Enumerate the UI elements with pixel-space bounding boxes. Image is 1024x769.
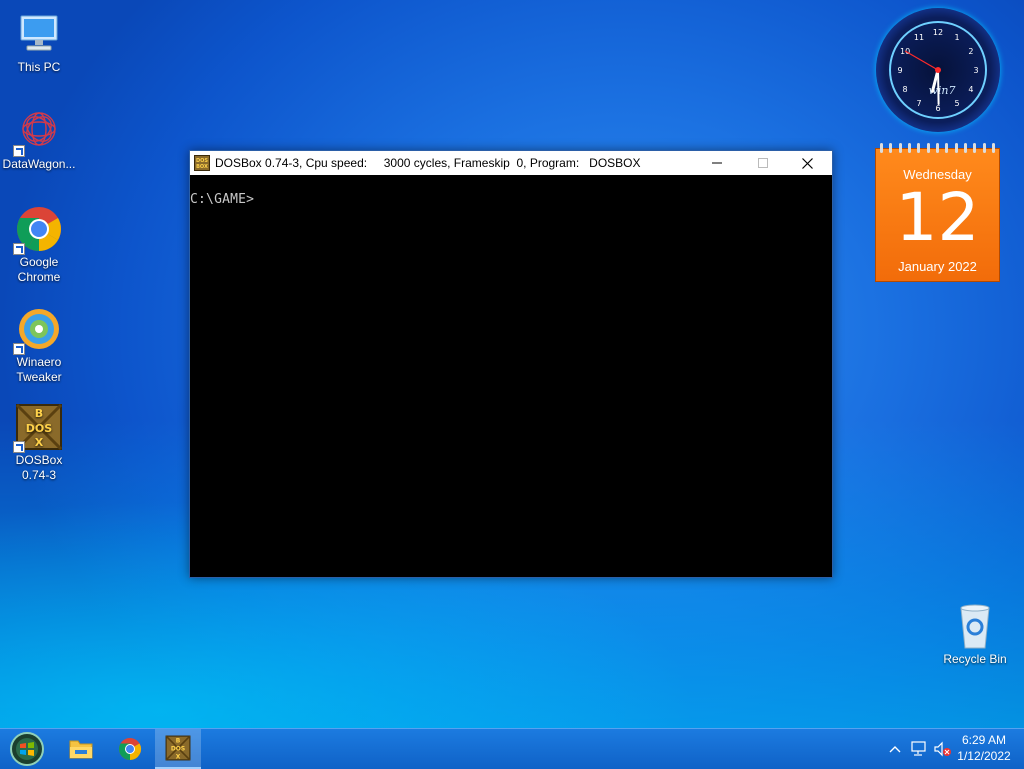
desktop-icon-label: This PC — [17, 60, 61, 74]
chrome-icon — [13, 205, 63, 255]
clock-hour-number: 2 — [968, 47, 973, 56]
chrome-icon — [119, 738, 141, 760]
analog-clock-face: 121234567891011 win7 — [889, 21, 987, 119]
network-tray-button[interactable] — [908, 739, 930, 759]
winaero-icon — [13, 305, 63, 355]
dosbox-icon: B DOS X — [13, 403, 63, 453]
clock-hour-number: 8 — [903, 85, 908, 94]
shortcut-arrow-icon — [13, 343, 25, 355]
desktop-icon-label: DOSBox — [15, 453, 63, 467]
calendar-month-year: January 2022 — [898, 259, 977, 274]
chevron-up-icon — [889, 746, 901, 753]
dosbox-app-icon[interactable]: DOS BOX — [194, 155, 210, 171]
shortcut-arrow-icon — [13, 145, 25, 157]
show-hidden-icons-button[interactable] — [886, 739, 904, 759]
clock-hour-number: 9 — [897, 66, 902, 75]
desktop-icon-this-pc[interactable]: This PC — [1, 10, 77, 75]
desktop-icon-label: Tweaker — [16, 370, 62, 384]
clock-hour-number: 7 — [916, 99, 921, 108]
clock-hour-number: 12 — [933, 28, 943, 37]
start-orb-icon — [10, 732, 44, 766]
clock-hour-number: 6 — [935, 104, 940, 113]
desktop-icon-datawagon[interactable]: DataWagon... — [1, 107, 77, 172]
taskbar-file-explorer[interactable] — [58, 729, 104, 769]
taskbar-clock[interactable]: 6:29 AM 1/12/2022 — [954, 732, 1014, 764]
folder-icon — [69, 740, 93, 759]
svg-text:X: X — [176, 753, 181, 760]
desktop-icon-label: DataWagon... — [2, 157, 76, 171]
taskbar-time: 6:29 AM — [961, 733, 1007, 747]
calendar-gadget[interactable]: Wednesday 12 January 2022 — [875, 143, 1000, 282]
recycle-bin-icon — [951, 602, 999, 650]
svg-text:DOS: DOS — [171, 746, 185, 753]
start-button[interactable] — [4, 729, 50, 769]
desktop-icon-google-chrome[interactable]: Google Chrome — [1, 205, 77, 285]
svg-text:DOS: DOS — [26, 422, 52, 435]
clock-hour-number: 3 — [973, 66, 978, 75]
dosbox-icon: B DOS X — [165, 735, 191, 761]
desktop-icon-label: 0.74-3 — [21, 468, 57, 482]
desktop: This PC DataWagon... Google Chrome Winae… — [0, 0, 1024, 728]
shortcut-arrow-icon — [13, 441, 25, 453]
desktop-icon-dosbox[interactable]: B DOS X DOSBox 0.74-3 — [1, 403, 77, 483]
calendar-date: 12 — [895, 179, 980, 256]
clock-hour-number: 1 — [954, 33, 959, 42]
svg-text:BOX: BOX — [196, 164, 208, 170]
network-icon — [911, 741, 926, 756]
minimize-button[interactable] — [694, 151, 740, 175]
svg-text:X: X — [35, 436, 44, 449]
minimize-icon — [712, 162, 722, 164]
svg-text:B: B — [35, 407, 43, 420]
desktop-icon-label: Recycle Bin — [943, 652, 1007, 666]
clock-gadget[interactable]: 12 1 2 3 4 5 6 7 8 9 10 11 win7 — [876, 8, 1000, 132]
taskbar-dosbox-active[interactable]: B DOS X — [155, 729, 201, 769]
dos-console[interactable]: C:\GAME> — [190, 176, 832, 577]
datawagon-icon — [13, 107, 63, 157]
dosbox-window[interactable]: DOS BOX DOSBox 0.74-3, Cpu speed: 3000 c… — [189, 150, 833, 578]
close-button[interactable] — [784, 151, 830, 175]
desktop-icon-recycle-bin[interactable]: Recycle Bin — [937, 602, 1013, 667]
shortcut-arrow-icon — [13, 243, 25, 255]
calendar-rings — [880, 143, 995, 153]
window-titlebar[interactable]: DOS BOX DOSBox 0.74-3, Cpu speed: 3000 c… — [190, 151, 832, 175]
console-prompt: C:\GAME> — [190, 192, 255, 207]
clock-hour-number: 11 — [914, 33, 924, 42]
clock-hour-number: 4 — [968, 85, 973, 94]
monitor-icon — [15, 10, 63, 58]
close-icon — [801, 157, 813, 169]
taskbar: B DOS X 6:29 AM 1/12/2022 — [0, 728, 1024, 769]
desktop-icon-winaero-tweaker[interactable]: Winaero Tweaker — [1, 305, 77, 385]
maximize-icon — [758, 158, 768, 168]
clock-hour-number: 5 — [954, 99, 959, 108]
taskbar-date: 1/12/2022 — [957, 749, 1011, 763]
desktop-icon-label: Chrome — [17, 270, 61, 284]
window-title: DOSBox 0.74-3, Cpu speed: 3000 cycles, F… — [215, 156, 641, 170]
desktop-icon-label: Google — [19, 255, 59, 269]
maximize-button[interactable] — [740, 151, 786, 175]
desktop-icon-label: Winaero — [16, 355, 62, 369]
volume-tray-button[interactable] — [932, 739, 954, 759]
volume-muted-icon — [934, 741, 951, 757]
taskbar-chrome[interactable] — [107, 729, 153, 769]
svg-text:B: B — [176, 738, 181, 745]
